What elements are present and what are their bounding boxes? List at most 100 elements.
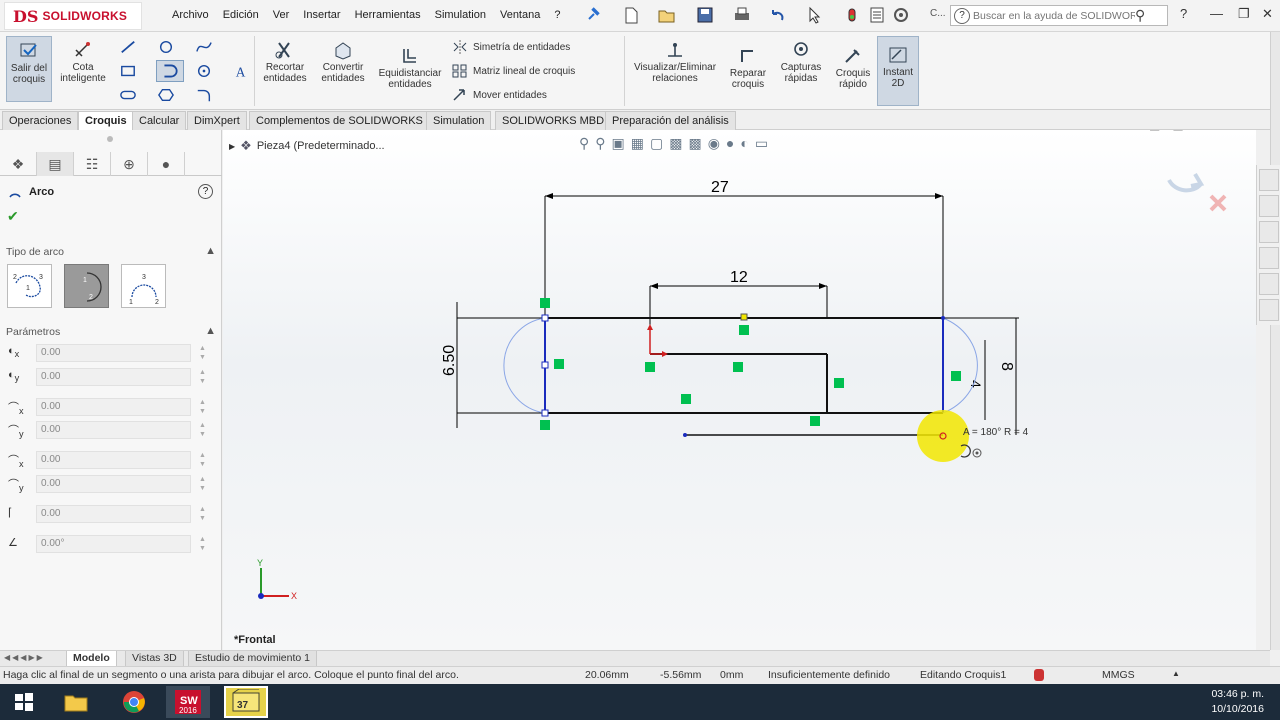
taskbar-clock[interactable]: 03:46 p. m. 10/10/2016: [1211, 687, 1264, 717]
tab-vistas-3d[interactable]: Vistas 3D: [125, 651, 184, 667]
three-point-arc-option[interactable]: 3 1 2: [121, 264, 166, 308]
exit-sketch-button[interactable]: Salir del croquis: [6, 36, 52, 102]
chrome-taskbar-icon[interactable]: [112, 686, 156, 718]
parameters-header[interactable]: Parámetros ▲: [6, 325, 216, 338]
restore-button[interactable]: ❐: [1238, 6, 1250, 22]
sketch-canvas[interactable]: 27 12 6.50 8 4 A = 180° R = 4 Y X: [223, 130, 1256, 650]
property-manager-tab-icon[interactable]: ▤: [37, 152, 74, 176]
pm-help-icon[interactable]: ?: [198, 184, 213, 199]
panel-grip[interactable]: [107, 136, 113, 142]
polygon-icon[interactable]: [194, 62, 214, 80]
center-y-field[interactable]: 0.00: [36, 368, 191, 386]
tab-simulation[interactable]: Simulation: [426, 111, 492, 130]
display-manager-tab-icon[interactable]: ●: [148, 152, 185, 176]
menu-simulation[interactable]: Simulation: [428, 9, 493, 21]
menu-archivo[interactable]: Archivo: [165, 9, 216, 21]
undo-icon[interactable]: [768, 5, 788, 25]
configuration-manager-tab-icon[interactable]: ☷: [74, 152, 111, 176]
pin-icon[interactable]: [586, 5, 600, 25]
home-icon[interactable]: [1259, 169, 1279, 191]
print-icon[interactable]: [732, 5, 752, 25]
menu-ventana[interactable]: Ventana: [493, 9, 547, 21]
ok-check-icon[interactable]: ✔: [7, 208, 19, 225]
text-icon[interactable]: A: [232, 62, 252, 80]
menu-herramientas[interactable]: Herramientas: [348, 9, 428, 21]
dimension-650[interactable]: 6.50: [441, 302, 545, 428]
spline-icon[interactable]: [194, 38, 214, 56]
rectangle-icon[interactable]: [118, 62, 138, 80]
close-button[interactable]: ✕: [1262, 6, 1273, 22]
tab-calcular[interactable]: Calcular: [132, 111, 187, 130]
tab-modelo[interactable]: Modelo: [66, 651, 117, 667]
circle-icon[interactable]: [156, 38, 176, 56]
design-library-icon[interactable]: [1259, 221, 1279, 243]
help-button[interactable]: ?: [1180, 6, 1187, 21]
tab-operaciones[interactable]: Operaciones: [2, 111, 79, 130]
open-folder-icon[interactable]: [657, 5, 677, 25]
menu-help[interactable]: ?: [547, 9, 567, 21]
dimension-650-label[interactable]: 6.50: [441, 345, 458, 376]
rebuild-status-icon[interactable]: [1034, 669, 1044, 681]
spinner-icon[interactable]: ▲ ▼: [199, 451, 209, 469]
tab-scroll-arrows-icon[interactable]: ◀◀◀▶▶: [4, 653, 45, 662]
spinner-icon[interactable]: ▲ ▼: [199, 344, 209, 362]
tab-complementos[interactable]: Complementos de SOLIDWORKS: [249, 111, 430, 130]
smart-dimension-button[interactable]: Cota inteligente: [54, 36, 112, 102]
minimize-button[interactable]: —: [1210, 6, 1223, 21]
display-relations-button[interactable]: Visualizar/Eliminar relaciones: [628, 36, 722, 102]
spinner-icon[interactable]: ▲ ▼: [199, 398, 209, 416]
file-explorer-taskbar-icon[interactable]: [54, 686, 98, 718]
solidworks-logo[interactable]: DS SOLIDWORKS: [4, 2, 142, 30]
convert-entities-button[interactable]: Convertir entidades: [316, 36, 370, 102]
move-entities-button[interactable]: Mover entidades: [452, 88, 547, 102]
start-y-field[interactable]: 0.00: [36, 421, 191, 439]
end-y-field[interactable]: 0.00: [36, 475, 191, 493]
trim-entities-button[interactable]: Recortar entidades: [259, 36, 311, 102]
file-properties-icon[interactable]: [868, 5, 886, 25]
slot-icon[interactable]: [118, 86, 138, 104]
help-search-input[interactable]: [973, 9, 1135, 22]
windows-start-icon[interactable]: [2, 686, 46, 718]
end-x-field[interactable]: 0.00: [36, 451, 191, 469]
resources-icon[interactable]: [1259, 195, 1279, 217]
arc-type-header[interactable]: Tipo de arco ▲: [6, 245, 216, 258]
center-x-field[interactable]: 0.00: [36, 344, 191, 362]
repair-sketch-button[interactable]: Reparar croquis: [724, 42, 772, 102]
menu-edicion[interactable]: Edición: [216, 9, 266, 21]
units-dropdown-icon[interactable]: ▲: [1172, 669, 1180, 678]
linear-pattern-button[interactable]: Matriz lineal de croquis: [452, 64, 575, 78]
options-gear-icon[interactable]: [892, 5, 910, 25]
dimension-12-label[interactable]: 12: [730, 269, 748, 286]
feature-manager-tab-icon[interactable]: ❖: [0, 152, 37, 176]
spinner-icon[interactable]: ▲ ▼: [199, 535, 209, 553]
dimxpert-manager-tab-icon[interactable]: ⊕: [111, 152, 148, 176]
search-icon[interactable]: ⚲: [1135, 7, 1145, 24]
menu-ver[interactable]: Ver: [266, 9, 297, 21]
tab-preparacion-analisis[interactable]: Preparación del análisis: [605, 111, 736, 130]
offset-entities-button[interactable]: Equidistanciar entidades: [374, 42, 446, 102]
tab-estudio-movimiento[interactable]: Estudio de movimiento 1: [188, 651, 317, 667]
dimension-4-label[interactable]: 4: [968, 380, 984, 388]
fillet-icon[interactable]: [194, 86, 214, 104]
rapid-sketch-button[interactable]: Croquis rápido: [830, 42, 876, 102]
dimension-8-label[interactable]: 8: [998, 362, 1015, 371]
graphics-area[interactable]: ▶ ❖ Pieza4 (Predeterminado... ⚲ ⚲ ▣ ▦ ▢ …: [223, 130, 1256, 650]
mirror-entities-button[interactable]: Simetría de entidades: [452, 40, 570, 54]
rebuild-icon[interactable]: [846, 5, 858, 25]
tangent-arc-option[interactable]: 2 3 1: [7, 264, 52, 308]
dimension-4[interactable]: 4: [968, 340, 986, 420]
dimension-12[interactable]: 12: [649, 269, 828, 354]
new-document-icon[interactable]: [622, 5, 640, 25]
centerpoint-arc-option[interactable]: 12: [64, 264, 109, 308]
spinner-icon[interactable]: ▲ ▼: [199, 505, 209, 523]
spinner-icon[interactable]: ▲ ▼: [199, 368, 209, 386]
media-app-taskbar-icon[interactable]: 37: [224, 686, 268, 718]
start-x-field[interactable]: 0.00: [36, 398, 191, 416]
tab-dimxpert[interactable]: DimXpert: [187, 111, 247, 130]
select-cursor-icon[interactable]: [806, 5, 822, 25]
tab-solidworks-mbd[interactable]: SOLIDWORKS MBD: [495, 111, 612, 130]
hexagon-icon[interactable]: [156, 86, 176, 104]
quick-access-more[interactable]: C...: [930, 8, 946, 28]
dimension-27-label[interactable]: 27: [711, 179, 729, 196]
instant2d-button[interactable]: Instant 2D: [877, 36, 919, 106]
